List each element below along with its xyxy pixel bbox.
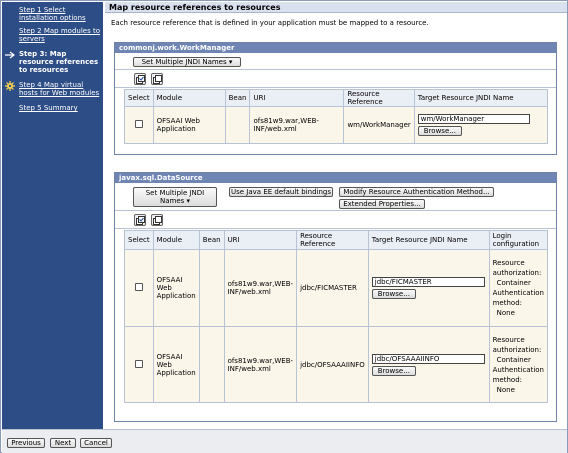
main-panel: Map resource references to resources Eac… bbox=[105, 2, 567, 429]
browse-button[interactable]: Browse... bbox=[371, 365, 416, 376]
workmanager-icon-toolbar bbox=[115, 70, 556, 88]
gear-icon bbox=[5, 81, 15, 91]
step-1-link[interactable]: Step 1 Select installation options bbox=[2, 6, 103, 22]
col-resource-reference: Resource Reference bbox=[296, 230, 369, 250]
select-all-icon[interactable] bbox=[134, 214, 146, 226]
row-select-checkbox[interactable] bbox=[134, 120, 143, 128]
set-multiple-jndi-label-ds: Set Multiple JNDI Names bbox=[145, 189, 205, 205]
row-uri: ofs81w9.war,WEB-INF/web.xml bbox=[249, 106, 345, 144]
intro-text: Each resource reference that is defined … bbox=[111, 19, 429, 27]
modify-auth-method-button[interactable]: Modify Resource Authentication Method... bbox=[339, 187, 494, 197]
col-target-jndi: Target Resource JNDI Name bbox=[413, 89, 549, 107]
step-4-label[interactable]: Step 4 Map virtual hosts for Web modules bbox=[19, 81, 99, 97]
login-method-label: Authentication method: bbox=[492, 365, 544, 384]
step-2-label[interactable]: Step 2 Map modules to servers bbox=[19, 27, 100, 43]
step-5-link[interactable]: Step 5 Summary bbox=[2, 104, 103, 112]
datasource-toolbar: Set Multiple JNDI Names ▾ Use Java EE de… bbox=[115, 183, 556, 211]
row-uri: ofs81w9.war,WEB-INF/web.xml bbox=[223, 326, 298, 403]
step-1-label[interactable]: Step 1 Select installation options bbox=[19, 6, 86, 22]
workmanager-table: Select Module Bean URI Resource Referenc… bbox=[124, 89, 549, 144]
step-5-label[interactable]: Step 5 Summary bbox=[19, 104, 78, 112]
jndi-input[interactable]: wm/WorkManager bbox=[417, 114, 530, 124]
col-module: Module bbox=[152, 89, 226, 107]
login-auth-value: Container bbox=[496, 279, 531, 287]
use-java-ee-defaults-button[interactable]: Use Java EE default bindings bbox=[229, 187, 333, 197]
workmanager-section: commonj.work.WorkManager Set Multiple JN… bbox=[114, 42, 557, 155]
next-button[interactable]: Next bbox=[50, 438, 76, 448]
col-target-jndi: Target Resource JNDI Name bbox=[367, 230, 490, 250]
row-reference: wm/WorkManager bbox=[343, 106, 415, 144]
table-row: OFSAAI Web Application ofs81w9.war,WEB-I… bbox=[124, 249, 549, 327]
wizard-steps-sidebar: Step 1 Select installation options Step … bbox=[2, 2, 103, 429]
col-select: Select bbox=[124, 89, 154, 107]
row-select-checkbox[interactable] bbox=[134, 359, 143, 368]
table-header-row: Select Module Bean URI Resource Referenc… bbox=[124, 89, 549, 107]
login-method-label: Authentication method: bbox=[492, 289, 544, 307]
set-multiple-jndi-label: Set Multiple JNDI Names bbox=[141, 58, 227, 66]
col-uri: URI bbox=[223, 230, 298, 250]
col-module: Module bbox=[152, 230, 200, 250]
browse-button[interactable]: Browse... bbox=[417, 126, 462, 136]
row-module: OFSAAI Web Application bbox=[152, 326, 200, 403]
step-3-label: Step 3: Map resource references to resou… bbox=[19, 50, 99, 74]
workmanager-header: commonj.work.WorkManager bbox=[115, 43, 556, 53]
table-row: OFSAAI Web Application ofs81w9.war,WEB-I… bbox=[124, 326, 549, 403]
row-module: OFSAAI Web Application bbox=[152, 249, 200, 327]
row-bean bbox=[198, 249, 225, 327]
col-bean: Bean bbox=[224, 89, 251, 107]
row-reference: jdbc/FICMASTER bbox=[296, 249, 369, 327]
page-title: Map resource references to resources bbox=[105, 2, 567, 13]
dropdown-arrow-icon: ▾ bbox=[186, 197, 191, 205]
datasource-icon-toolbar bbox=[115, 211, 556, 229]
previous-button[interactable]: Previous bbox=[7, 438, 45, 448]
set-multiple-jndi-button-ds[interactable]: Set Multiple JNDI Names ▾ bbox=[133, 187, 217, 207]
table-row: OFSAAI Web Application ofs81w9.war,WEB-I… bbox=[124, 106, 549, 144]
row-reference: jdbc/OFSAAAIINFO bbox=[296, 326, 369, 403]
login-auth-value: Container bbox=[496, 355, 531, 364]
login-method-value: None bbox=[496, 309, 515, 317]
col-select: Select bbox=[124, 230, 154, 250]
step-3-current: Step 3: Map resource references to resou… bbox=[2, 50, 103, 74]
set-multiple-jndi-button[interactable]: Set Multiple JNDI Names ▾ bbox=[133, 57, 241, 67]
login-auth-label: Resource authorization: bbox=[492, 259, 542, 277]
step-2-link[interactable]: Step 2 Map modules to servers bbox=[2, 27, 103, 43]
row-module: OFSAAI Web Application bbox=[152, 106, 226, 144]
col-uri: URI bbox=[249, 89, 345, 107]
table-header-row: Select Module Bean URI Resource Referenc… bbox=[124, 230, 549, 250]
wizard-window: Step 1 Select installation options Step … bbox=[0, 0, 568, 453]
extended-properties-button[interactable]: Extended Properties... bbox=[339, 199, 425, 209]
deselect-all-icon[interactable] bbox=[151, 214, 163, 226]
select-all-icon[interactable] bbox=[134, 73, 146, 85]
login-auth-label: Resource authorization: bbox=[492, 335, 542, 354]
wizard-footer: Previous Next Cancel bbox=[2, 429, 567, 453]
datasource-header: javax.sql.DataSource bbox=[115, 173, 556, 183]
arrow-right-icon bbox=[5, 51, 16, 59]
row-uri: ofs81w9.war,WEB-INF/web.xml bbox=[223, 249, 298, 327]
datasource-table: Select Module Bean URI Resource Referenc… bbox=[124, 230, 549, 403]
dropdown-arrow-icon: ▾ bbox=[228, 58, 233, 66]
workmanager-toolbar: Set Multiple JNDI Names ▾ bbox=[115, 53, 556, 70]
jndi-input[interactable]: jdbc/OFSAAAIINFO bbox=[371, 353, 485, 364]
step-4-link[interactable]: Step 4 Map virtual hosts for Web modules bbox=[2, 81, 103, 97]
row-select-checkbox[interactable] bbox=[134, 283, 143, 291]
browse-button[interactable]: Browse... bbox=[371, 289, 416, 299]
col-login-config: Login configuration bbox=[488, 230, 549, 250]
row-bean bbox=[224, 106, 251, 144]
col-bean: Bean bbox=[198, 230, 225, 250]
jndi-input[interactable]: jdbc/FICMASTER bbox=[371, 277, 485, 287]
row-bean bbox=[198, 326, 225, 403]
login-method-value: None bbox=[496, 385, 515, 394]
col-resource-reference: Resource Reference bbox=[343, 89, 415, 107]
datasource-section: javax.sql.DataSource Set Multiple JNDI N… bbox=[114, 172, 557, 422]
cancel-button[interactable]: Cancel bbox=[80, 438, 112, 448]
deselect-all-icon[interactable] bbox=[151, 73, 163, 85]
